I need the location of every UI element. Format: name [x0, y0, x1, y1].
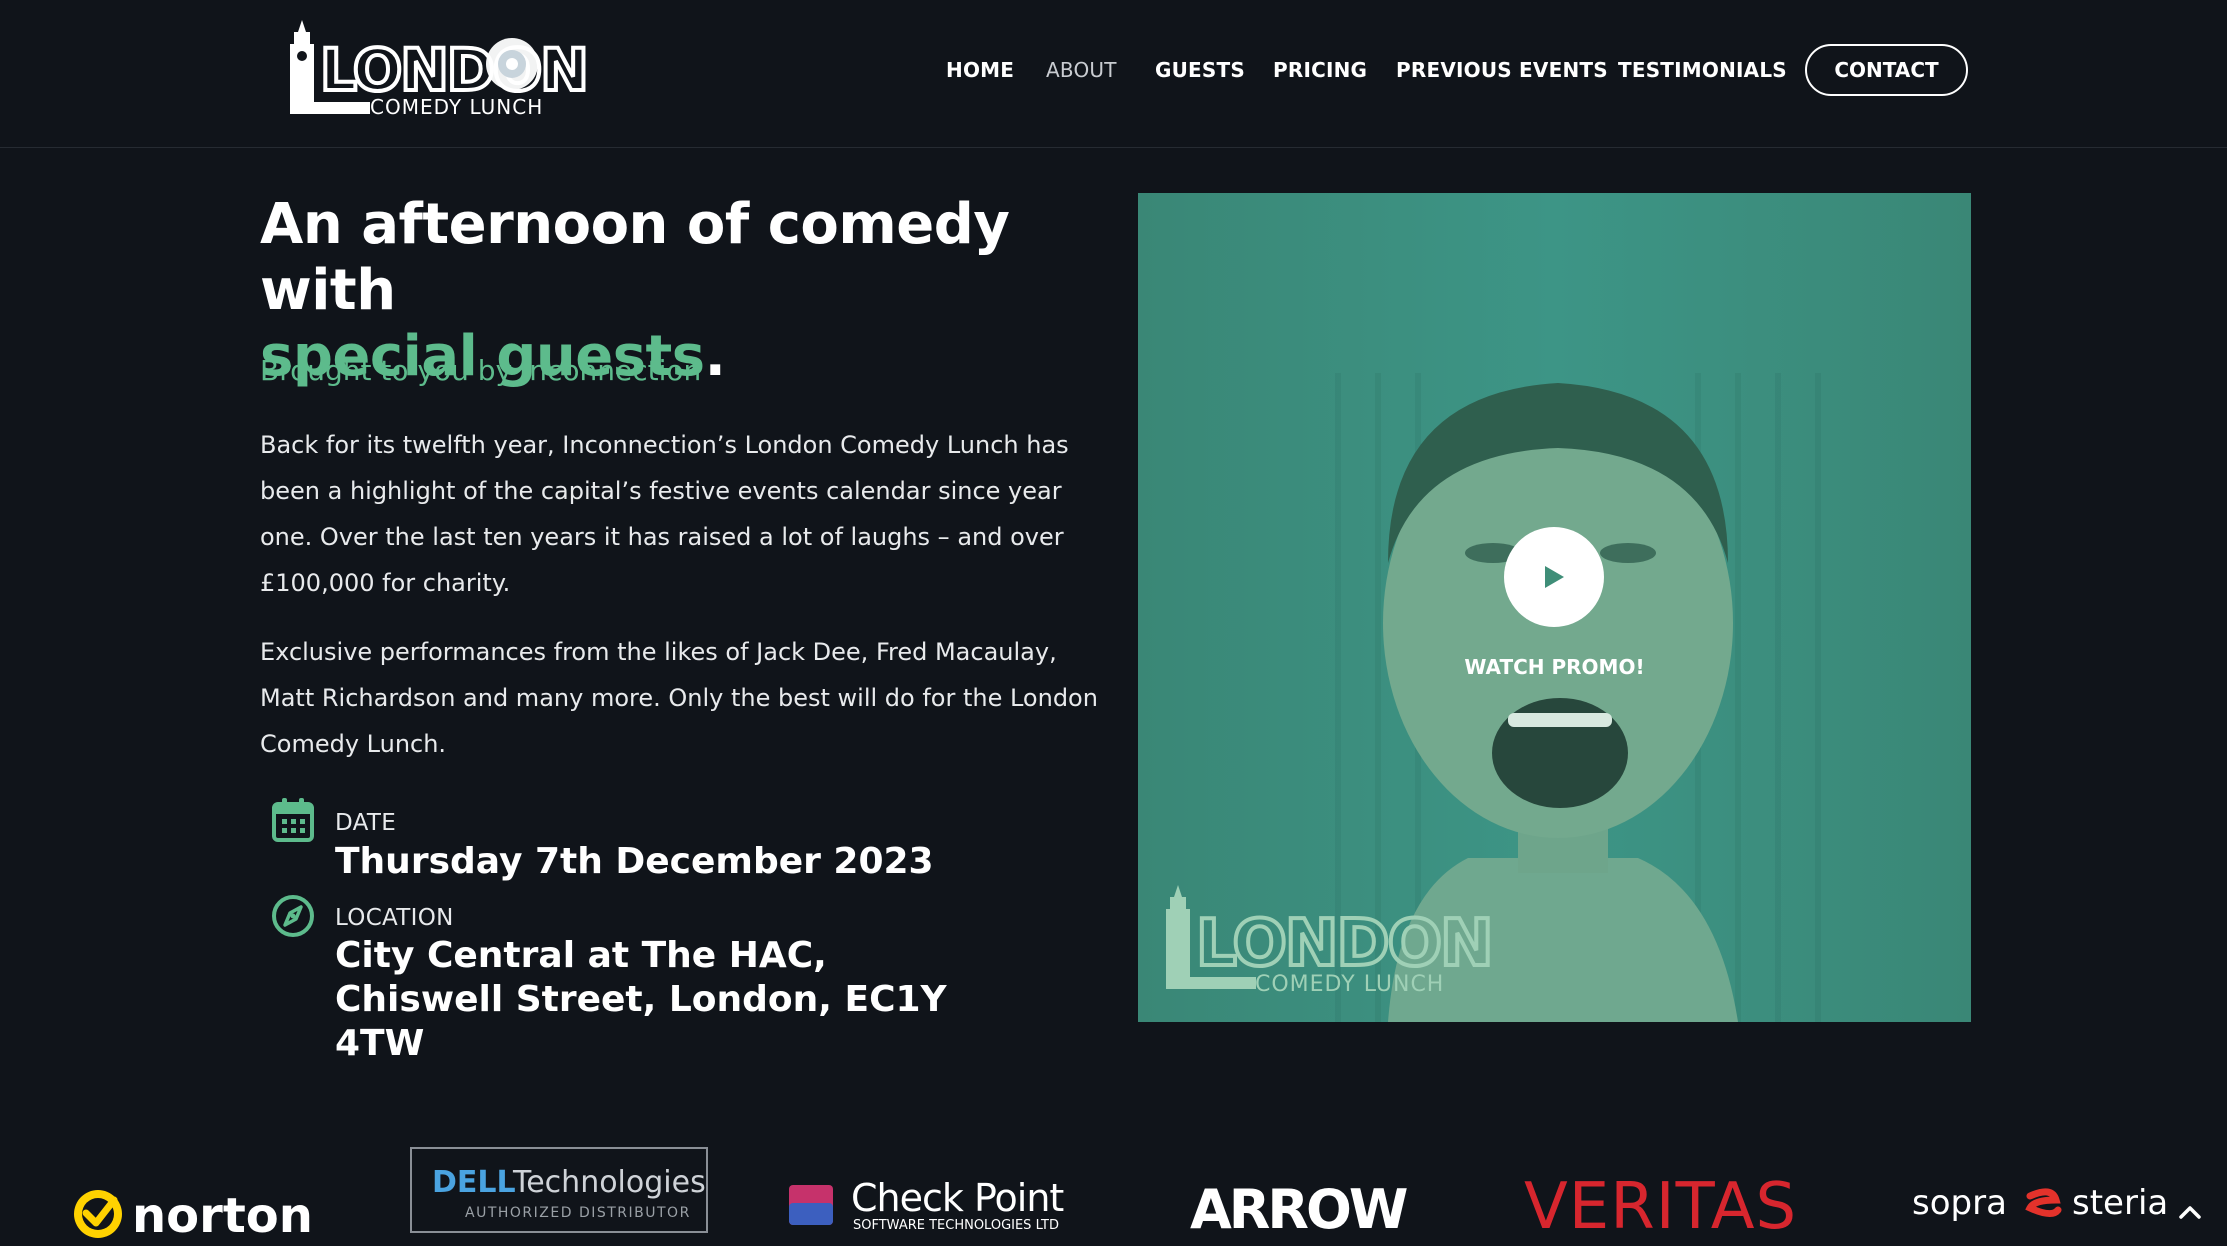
hero-title-period: . [704, 324, 726, 389]
nav-previous-events[interactable]: PREVIOUS EVENTS [1396, 58, 1608, 82]
sopra-text: sopra [1912, 1183, 2007, 1223]
compass-icon [271, 893, 315, 939]
promo-video[interactable]: WATCH PROMO! LONDON COMEDY LUNCH [1138, 193, 1971, 1022]
nav-pricing[interactable]: PRICING [1273, 58, 1367, 82]
contact-button[interactable]: CONTACT [1805, 44, 1968, 96]
watermark-main-text: LONDON [1196, 907, 1492, 981]
calendar-icon [271, 797, 315, 843]
nav-guests[interactable]: GUESTS [1155, 58, 1245, 82]
sponsor-checkpoint: Check Point SOFTWARE TECHNOLOGIES LTD [785, 1173, 1085, 1233]
norton-text: norton [132, 1188, 310, 1242]
watermark-sub-text: COMEDY LUNCH [1255, 972, 1444, 997]
play-icon [1545, 566, 1564, 588]
performers-paragraph: Exclusive performances from the likes of… [260, 638, 1098, 758]
location-value: City Central at The HAC, Chiswell Street… [335, 935, 947, 1064]
hero-subtitle: Brought to you by Inconnection [260, 354, 702, 387]
date-value: Thursday 7th December 2023 [335, 841, 934, 882]
sponsor-dell: DELL Technologies AUTHORIZED DISTRIBUTOR [410, 1147, 708, 1233]
watch-promo-label[interactable]: WATCH PROMO! [1138, 655, 1971, 679]
main-nav: HOME ABOUT GUESTS PRICING PREVIOUS EVENT… [0, 0, 2227, 147]
arrow-text: ARROW [1190, 1178, 1407, 1236]
video-watermark-logo: LONDON COMEDY LUNCH [1166, 885, 1496, 997]
sponsor-veritas: VERITAS [1524, 1168, 1824, 1244]
dell-brand-text: DELL [432, 1165, 516, 1200]
site-header: LONDON COMEDY LUNCH HOME ABOUT GUESTS PR… [0, 0, 2227, 148]
nav-about[interactable]: ABOUT [1046, 58, 1117, 82]
hero-title-line1: An afternoon of comedy with [260, 192, 1010, 323]
dell-main-text: Technologies [512, 1165, 706, 1200]
veritas-text: VERITAS [1524, 1170, 1797, 1238]
scroll-to-top-button[interactable] [2170, 1192, 2210, 1232]
checkpoint-sub-text: SOFTWARE TECHNOLOGIES LTD [853, 1218, 1059, 1233]
steria-text: steria [2072, 1183, 2168, 1223]
chevron-up-icon [2179, 1206, 2201, 1219]
sponsor-arrow: ARROW [1190, 1178, 1414, 1241]
play-button[interactable] [1504, 527, 1604, 627]
date-label: DATE [335, 810, 397, 836]
intro-paragraph: Back for its twelfth year, Inconnection’… [260, 431, 1069, 597]
dell-sub-text: AUTHORIZED DISTRIBUTOR [465, 1205, 691, 1221]
nav-home[interactable]: HOME [946, 58, 1014, 82]
checkpoint-main-text: Check Point [851, 1176, 1063, 1220]
sponsor-norton: norton [70, 1182, 313, 1244]
sponsor-sopra-steria: sopra steria [1912, 1174, 2177, 1234]
nav-testimonials[interactable]: TESTIMONIALS [1618, 58, 1787, 82]
location-label: LOCATION [335, 905, 454, 931]
